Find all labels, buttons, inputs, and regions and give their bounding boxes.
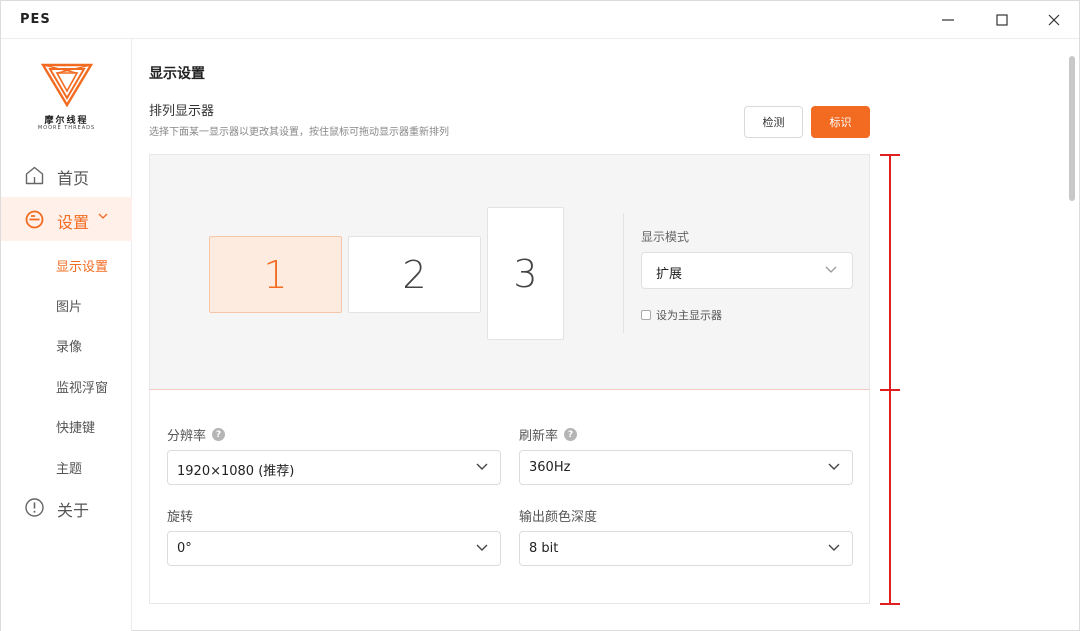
rotation-select[interactable]: 0° <box>167 531 501 566</box>
chevron-down-icon <box>828 544 840 551</box>
nav-item-home[interactable]: 首页 <box>1 153 132 197</box>
settings-icon <box>25 210 44 229</box>
app-window: PES 摩尔线程 MOORE THREADS 首页 设置 显示设置 图片 录像 … <box>0 0 1080 631</box>
monitor-arrangement-panel: 1 2 3 显示模式 扩展 设为主显示器 <box>149 154 870 390</box>
chevron-down-icon <box>825 266 837 273</box>
chevron-down-icon <box>828 463 840 470</box>
sidebar-item-display[interactable]: 显示设置 <box>56 256 108 275</box>
help-icon[interactable]: ? <box>564 428 578 441</box>
sidebar: 摩尔线程 MOORE THREADS 首页 设置 显示设置 图片 录像 监视浮窗… <box>1 39 132 631</box>
color-depth-label: 输出颜色深度 <box>519 510 598 525</box>
page-title: 显示设置 <box>149 66 205 82</box>
divider <box>623 213 624 333</box>
minimize-button[interactable] <box>936 9 960 31</box>
rotation-value: 0° <box>177 541 192 556</box>
set-primary-checkbox[interactable]: 设为主显示器 <box>641 307 722 323</box>
nav-home-label: 首页 <box>57 169 90 188</box>
app-title: PES <box>20 12 51 27</box>
logo-text-en: MOORE THREADS <box>37 125 96 131</box>
maximize-button[interactable] <box>990 9 1014 31</box>
title-bar: PES <box>1 1 1079 39</box>
nav-settings-label: 设置 <box>57 213 90 232</box>
nav-item-settings[interactable]: 设置 <box>1 197 132 241</box>
minimize-icon <box>942 19 954 21</box>
resolution-label: 分辨率 ? <box>167 425 226 444</box>
detect-button[interactable]: 检测 <box>744 106 803 138</box>
monitor-2[interactable]: 2 <box>348 236 481 313</box>
resolution-value: 1920×1080 (推荐) <box>177 464 295 479</box>
chevron-down-icon <box>476 463 488 470</box>
maximize-icon <box>996 14 1008 26</box>
help-icon[interactable]: ? <box>212 428 226 441</box>
checkbox-box[interactable] <box>641 310 651 320</box>
sidebar-item-theme[interactable]: 主题 <box>56 458 82 477</box>
display-mode-value: 扩展 <box>656 267 683 282</box>
monitor-3[interactable]: 3 <box>487 207 564 340</box>
info-icon <box>25 498 44 517</box>
refresh-rate-value: 360Hz <box>529 460 571 475</box>
set-primary-label: 设为主显示器 <box>656 309 722 322</box>
refresh-rate-label-text: 刷新率 <box>519 429 559 444</box>
height-measure-marker <box>880 154 900 605</box>
vertical-scrollbar[interactable] <box>1069 56 1075 201</box>
identify-button[interactable]: 标识 <box>811 106 870 138</box>
nav-item-about[interactable]: 关于 <box>1 485 132 529</box>
color-depth-select[interactable]: 8 bit <box>519 531 853 566</box>
color-depth-value: 8 bit <box>529 541 559 556</box>
display-mode-select[interactable]: 扩展 <box>641 252 853 289</box>
close-button[interactable] <box>1042 9 1066 31</box>
sidebar-item-shortcut[interactable]: 快捷键 <box>56 417 95 436</box>
resolution-label-text: 分辨率 <box>167 429 207 444</box>
rotation-label: 旋转 <box>167 510 194 525</box>
display-mode-label: 显示模式 <box>641 230 690 244</box>
nav-about-label: 关于 <box>57 501 90 520</box>
refresh-rate-select[interactable]: 360Hz <box>519 450 853 485</box>
resolution-select[interactable]: 1920×1080 (推荐) <box>167 450 501 485</box>
display-settings-panel: 分辨率 ? 1920×1080 (推荐) 刷新率 ? 360Hz 旋转 0° 输… <box>149 390 870 604</box>
close-icon <box>1048 14 1060 26</box>
moore-threads-logo <box>41 63 93 108</box>
section-description: 选择下面某一显示器以更改其设置，按住鼠标可拖动显示器重新排列 <box>149 127 449 138</box>
section-title: 排列显示器 <box>149 104 215 119</box>
sidebar-item-monitor-float[interactable]: 监视浮窗 <box>56 377 108 396</box>
sidebar-item-picture[interactable]: 图片 <box>56 296 82 315</box>
sidebar-item-recording[interactable]: 录像 <box>56 336 82 355</box>
refresh-rate-label: 刷新率 ? <box>519 425 578 444</box>
chevron-down-icon <box>98 213 108 219</box>
chevron-down-icon <box>476 544 488 551</box>
monitor-1[interactable]: 1 <box>209 236 342 313</box>
home-icon <box>25 166 44 185</box>
